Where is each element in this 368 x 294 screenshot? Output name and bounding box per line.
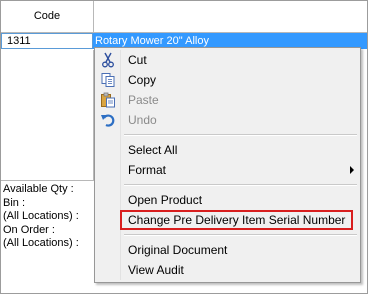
menu-item-original-document[interactable]: Original Document	[97, 240, 358, 260]
menu-item-format[interactable]: Format	[97, 160, 358, 180]
menu-item-select-all[interactable]: Select All	[97, 140, 358, 160]
submenu-arrow-icon	[350, 166, 354, 174]
menu-item-undo[interactable]: Undo	[97, 110, 358, 130]
bin-label: Bin :	[3, 196, 26, 209]
paste-icon	[100, 92, 116, 108]
scissors-icon	[100, 52, 116, 68]
divider	[1, 180, 94, 181]
all-locations-label: (All Locations) :	[3, 210, 79, 223]
menu-item-cut[interactable]: Cut	[97, 50, 358, 70]
highlight-box	[120, 210, 353, 230]
stock-info-panel: Available Qty : Bin : (All Locations) : …	[3, 183, 93, 251]
column-header-code[interactable]: Code	[1, 1, 94, 32]
menu-item-view-audit[interactable]: View Audit	[97, 260, 358, 280]
menu-separator	[124, 234, 357, 236]
available-qty-label: Available Qty :	[3, 183, 74, 195]
undo-icon	[100, 112, 116, 128]
menu-item-copy[interactable]: Copy	[97, 70, 358, 90]
context-menu: Cut Copy Paste Undo Select All Format Op…	[94, 47, 361, 283]
all-locations-label: (All Locations) :	[3, 237, 79, 250]
on-order-label: On Order :	[3, 223, 55, 236]
cell-code[interactable]: 1311	[1, 33, 93, 49]
menu-item-paste[interactable]: Paste	[97, 90, 358, 110]
grid-header: Code	[1, 1, 367, 33]
grid-column-code-body	[1, 50, 94, 180]
menu-separator	[124, 134, 357, 136]
copy-icon	[100, 72, 116, 88]
menu-item-open-product[interactable]: Open Product	[97, 190, 358, 210]
menu-separator	[124, 184, 357, 186]
